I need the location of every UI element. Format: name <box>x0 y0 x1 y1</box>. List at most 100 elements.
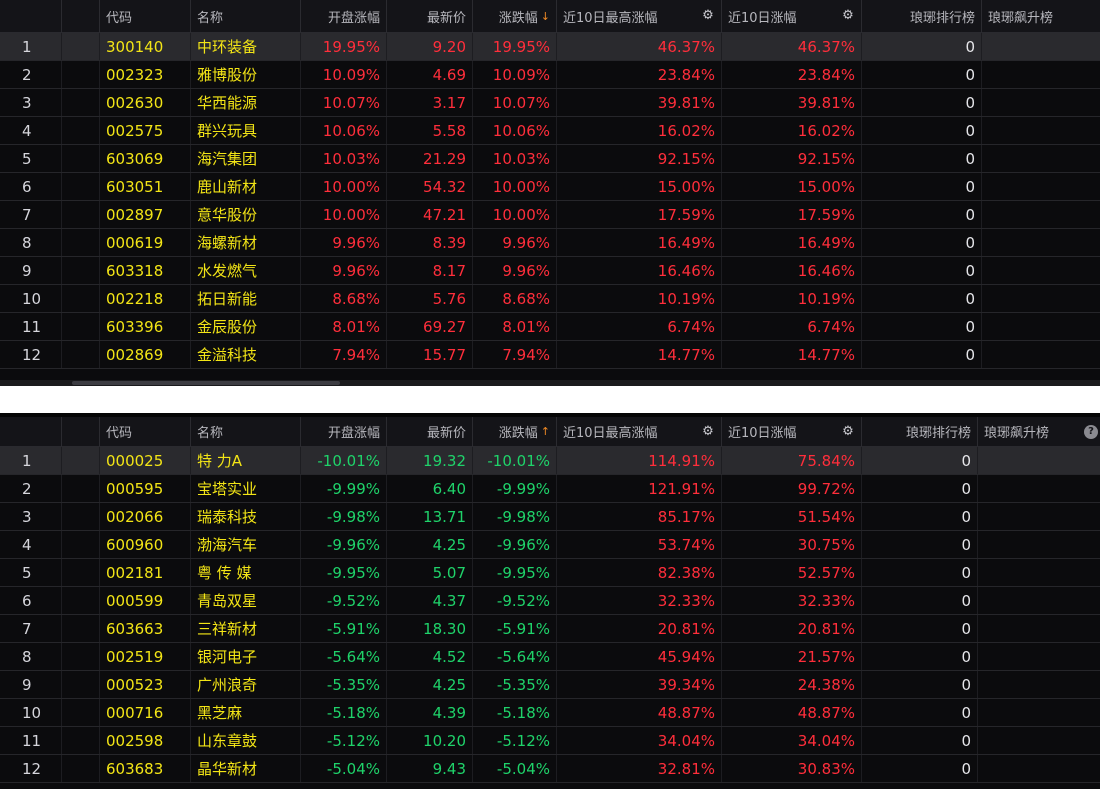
gear-icon[interactable]: ⚙ <box>701 9 715 23</box>
header-name[interactable]: 名称 <box>191 0 301 32</box>
header-name[interactable]: 名称 <box>191 417 301 446</box>
ten-day-change: 48.87% <box>722 699 862 726</box>
row-blank <box>62 201 100 228</box>
latest-price: 9.20 <box>387 33 473 60</box>
ten-day-high: 121.91% <box>557 475 722 502</box>
table-row[interactable]: 7 603663 三祥新材 -5.91% 18.30 -5.91% 20.81%… <box>0 615 1100 643</box>
open-change: -5.91% <box>301 615 387 642</box>
table-body: 1 300140 中环装备 19.95% 9.20 19.95% 46.37% … <box>0 33 1100 369</box>
rank-list-value: 0 <box>862 173 982 200</box>
stock-name: 雅博股份 <box>191 61 301 88</box>
scrollbar-thumb[interactable] <box>72 381 340 385</box>
header-ten-day-high[interactable]: 近10日最高涨幅 ⚙ <box>557 0 722 32</box>
sort-desc-icon: ↓ <box>540 9 550 23</box>
header-change[interactable]: 涨跌幅 ↑ <box>473 417 557 446</box>
gear-icon[interactable]: ⚙ <box>841 424 855 439</box>
header-latest-price[interactable]: 最新价 <box>387 0 473 32</box>
stock-name: 宝塔实业 <box>191 475 301 502</box>
header-rising-list[interactable]: 琅琊飙升榜 ? <box>978 417 1100 446</box>
rising-list-value <box>978 475 1100 502</box>
latest-price: 54.32 <box>387 173 473 200</box>
header-latest-price[interactable]: 最新价 <box>387 417 473 446</box>
gear-icon[interactable]: ⚙ <box>841 9 855 23</box>
stock-code: 002323 <box>100 61 191 88</box>
row-blank <box>62 89 100 116</box>
latest-price: 4.25 <box>387 531 473 558</box>
table-row[interactable]: 1 000025 特 力A -10.01% 19.32 -10.01% 114.… <box>0 447 1100 475</box>
header-code[interactable]: 代码 <box>100 0 191 32</box>
rank-list-value: 0 <box>862 145 982 172</box>
table-row[interactable]: 8 000619 海螺新材 9.96% 8.39 9.96% 16.49% 16… <box>0 229 1100 257</box>
open-change: -5.18% <box>301 699 387 726</box>
rank-list-value: 0 <box>862 587 978 614</box>
header-rank-list[interactable]: 琅琊排行榜 <box>862 0 982 32</box>
row-blank <box>62 313 100 340</box>
change: 10.06% <box>473 117 557 144</box>
row-index: 7 <box>0 615 62 642</box>
table-row[interactable]: 3 002066 瑞泰科技 -9.98% 13.71 -9.98% 85.17%… <box>0 503 1100 531</box>
table-row[interactable]: 4 002575 群兴玩具 10.06% 5.58 10.06% 16.02% … <box>0 117 1100 145</box>
stock-name: 华西能源 <box>191 89 301 116</box>
header-rising-list[interactable]: 琅琊飙升榜 <box>982 0 1100 32</box>
stock-code: 603396 <box>100 313 191 340</box>
open-change: 10.00% <box>301 201 387 228</box>
stock-code: 603318 <box>100 257 191 284</box>
header-rank-list[interactable]: 琅琊排行榜 <box>862 417 978 446</box>
header-code[interactable]: 代码 <box>100 417 191 446</box>
table-row[interactable]: 10 002218 拓日新能 8.68% 5.76 8.68% 10.19% 1… <box>0 285 1100 313</box>
gear-icon[interactable]: ⚙ <box>701 424 715 439</box>
table-row[interactable]: 7 002897 意华股份 10.00% 47.21 10.00% 17.59%… <box>0 201 1100 229</box>
ten-day-high: 53.74% <box>557 531 722 558</box>
table-row[interactable]: 11 603396 金辰股份 8.01% 69.27 8.01% 6.74% 6… <box>0 313 1100 341</box>
horizontal-scrollbar[interactable] <box>0 380 1100 386</box>
table-row[interactable]: 5 002181 粤 传 媒 -9.95% 5.07 -9.95% 82.38%… <box>0 559 1100 587</box>
row-blank <box>62 699 100 726</box>
table-row[interactable]: 6 603051 鹿山新材 10.00% 54.32 10.00% 15.00%… <box>0 173 1100 201</box>
header-ten-day-change[interactable]: 近10日涨幅 ⚙ <box>722 417 862 446</box>
table-row[interactable]: 9 603318 水发燃气 9.96% 8.17 9.96% 16.46% 16… <box>0 257 1100 285</box>
header-open-change[interactable]: 开盘涨幅 <box>301 417 387 446</box>
table-row[interactable]: 10 000716 黑芝麻 -5.18% 4.39 -5.18% 48.87% … <box>0 699 1100 727</box>
row-index: 2 <box>0 61 62 88</box>
table-row[interactable]: 2 000595 宝塔实业 -9.99% 6.40 -9.99% 121.91%… <box>0 475 1100 503</box>
question-icon[interactable]: ? <box>1084 425 1098 439</box>
change: -10.01% <box>473 447 557 474</box>
table-row[interactable]: 5 603069 海汽集团 10.03% 21.29 10.03% 92.15%… <box>0 145 1100 173</box>
table-row[interactable]: 3 002630 华西能源 10.07% 3.17 10.07% 39.81% … <box>0 89 1100 117</box>
change: 19.95% <box>473 33 557 60</box>
header-open-change[interactable]: 开盘涨幅 <box>301 0 387 32</box>
stock-name: 青岛双星 <box>191 587 301 614</box>
open-change: -9.96% <box>301 531 387 558</box>
row-blank <box>62 33 100 60</box>
row-index: 2 <box>0 475 62 502</box>
table-row[interactable]: 4 600960 渤海汽车 -9.96% 4.25 -9.96% 53.74% … <box>0 531 1100 559</box>
table-row[interactable]: 8 002519 银河电子 -5.64% 4.52 -5.64% 45.94% … <box>0 643 1100 671</box>
header-index <box>0 417 62 446</box>
rank-list-value: 0 <box>862 313 982 340</box>
header-ten-day-change[interactable]: 近10日涨幅 ⚙ <box>722 0 862 32</box>
change: -9.98% <box>473 503 557 530</box>
table-row[interactable]: 11 002598 山东章鼓 -5.12% 10.20 -5.12% 34.04… <box>0 727 1100 755</box>
row-index: 12 <box>0 341 62 368</box>
stock-name: 晶华新材 <box>191 755 301 782</box>
latest-price: 8.39 <box>387 229 473 256</box>
ten-day-change: 24.38% <box>722 671 862 698</box>
row-index: 1 <box>0 447 62 474</box>
rising-list-value <box>982 89 1100 116</box>
row-index: 9 <box>0 671 62 698</box>
table-row[interactable]: 1 300140 中环装备 19.95% 9.20 19.95% 46.37% … <box>0 33 1100 61</box>
table-row[interactable]: 2 002323 雅博股份 10.09% 4.69 10.09% 23.84% … <box>0 61 1100 89</box>
rising-list-value <box>978 587 1100 614</box>
ten-day-change: 16.49% <box>722 229 862 256</box>
header-ten-day-high[interactable]: 近10日最高涨幅 ⚙ <box>557 417 722 446</box>
change: 8.01% <box>473 313 557 340</box>
table-row[interactable]: 12 002869 金溢科技 7.94% 15.77 7.94% 14.77% … <box>0 341 1100 369</box>
table-row[interactable]: 9 000523 广州浪奇 -5.35% 4.25 -5.35% 39.34% … <box>0 671 1100 699</box>
table-row[interactable]: 12 603683 晶华新材 -5.04% 9.43 -5.04% 32.81%… <box>0 755 1100 783</box>
table-row[interactable]: 6 000599 青岛双星 -9.52% 4.37 -9.52% 32.33% … <box>0 587 1100 615</box>
ten-day-change: 75.84% <box>722 447 862 474</box>
header-change[interactable]: 涨跌幅 ↓ <box>473 0 557 32</box>
row-blank <box>62 285 100 312</box>
header-blank <box>62 0 100 32</box>
ten-day-change: 30.75% <box>722 531 862 558</box>
